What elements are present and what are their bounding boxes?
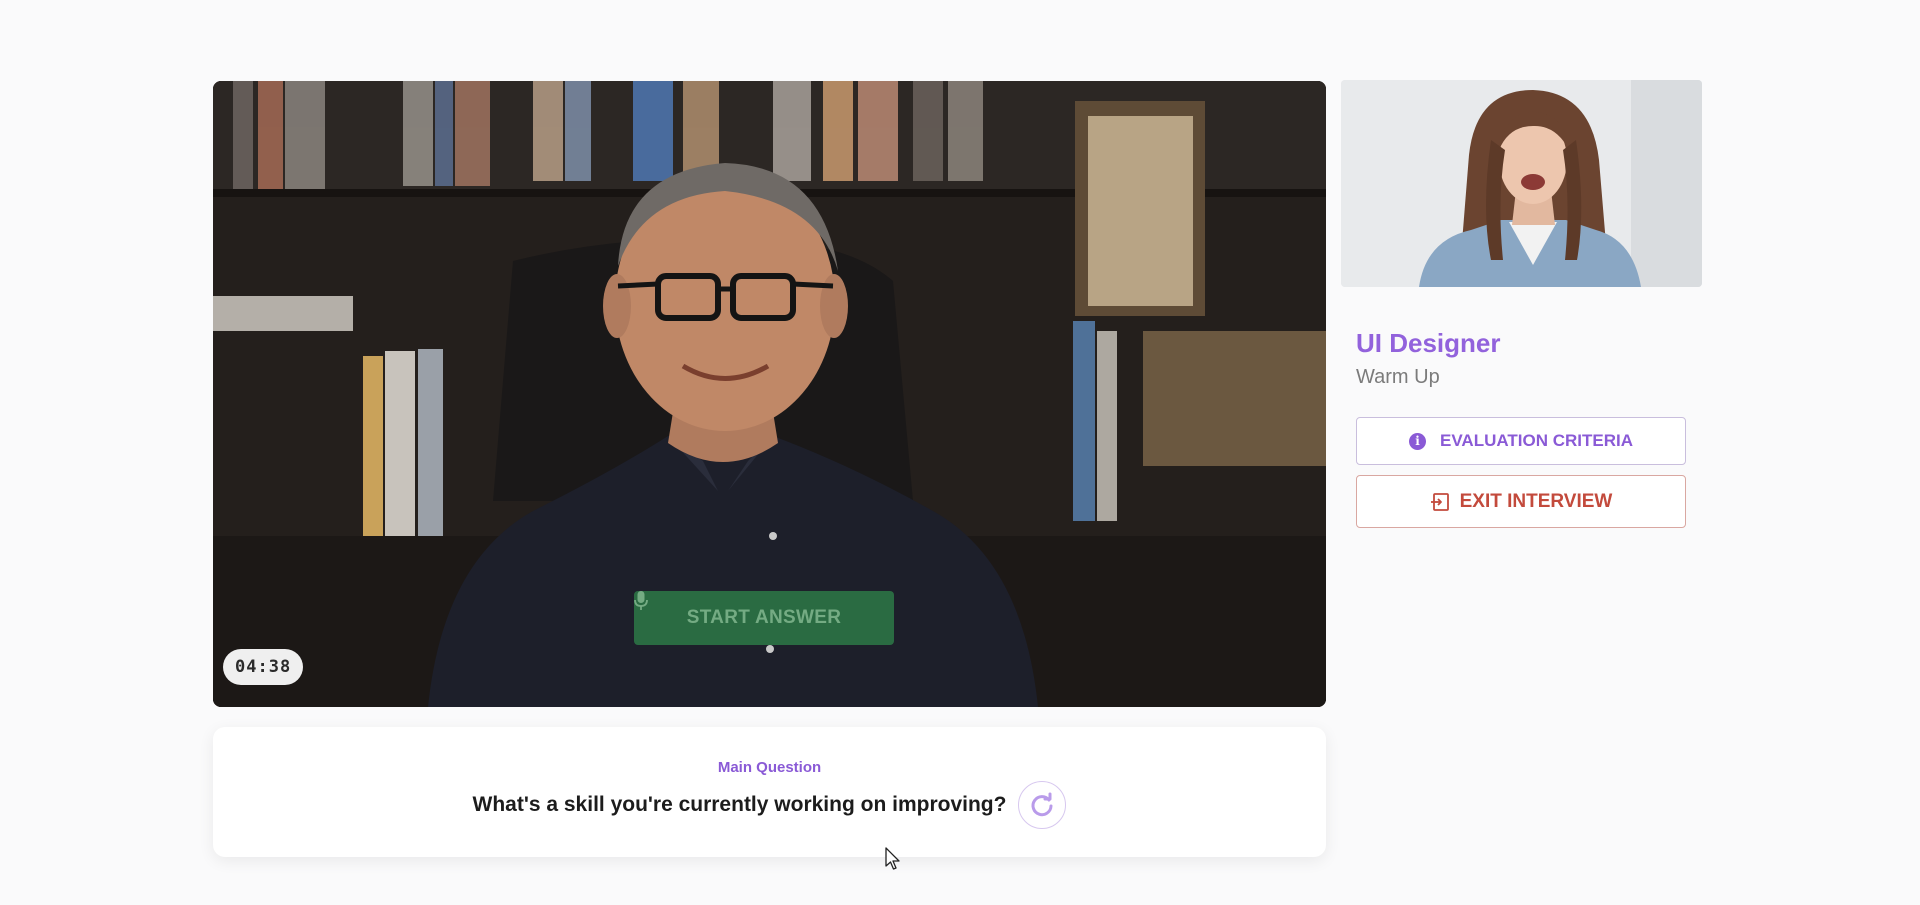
replay-question-button[interactable] <box>1018 781 1067 829</box>
microphone-icon <box>634 591 648 610</box>
exit-interview-button[interactable]: EXIT INTERVIEW <box>1356 475 1686 528</box>
evaluation-criteria-label: EVALUATION CRITERIA <box>1440 431 1633 450</box>
start-answer-label: START ANSWER <box>686 607 842 628</box>
mouse-cursor-icon <box>885 847 900 870</box>
candidate-video <box>1341 80 1702 287</box>
start-answer-button[interactable]: START ANSWER <box>634 591 894 645</box>
interviewer-video: 04:38 START ANSWER <box>213 81 1326 707</box>
role-title: UI Designer <box>1356 328 1501 358</box>
interview-screen: 04:38 START ANSWER Main Question What's … <box>0 0 1920 905</box>
interview-stage: Warm Up <box>1356 366 1440 388</box>
question-text: What's a skill you're currently working … <box>472 793 1007 816</box>
replay-icon <box>1031 792 1053 817</box>
interview-timer: 04:38 <box>223 649 304 685</box>
question-label: Main Question <box>717 759 822 776</box>
info-icon: i <box>1409 432 1426 450</box>
question-row: What's a skill you're currently working … <box>213 781 1326 829</box>
candidate-video-frame <box>1341 80 1702 287</box>
exit-interview-label: EXIT INTERVIEW <box>1459 490 1613 512</box>
exit-icon <box>1430 492 1449 511</box>
question-card: Main Question What's a skill you're curr… <box>213 727 1326 857</box>
evaluation-criteria-button[interactable]: i EVALUATION CRITERIA <box>1356 417 1686 465</box>
